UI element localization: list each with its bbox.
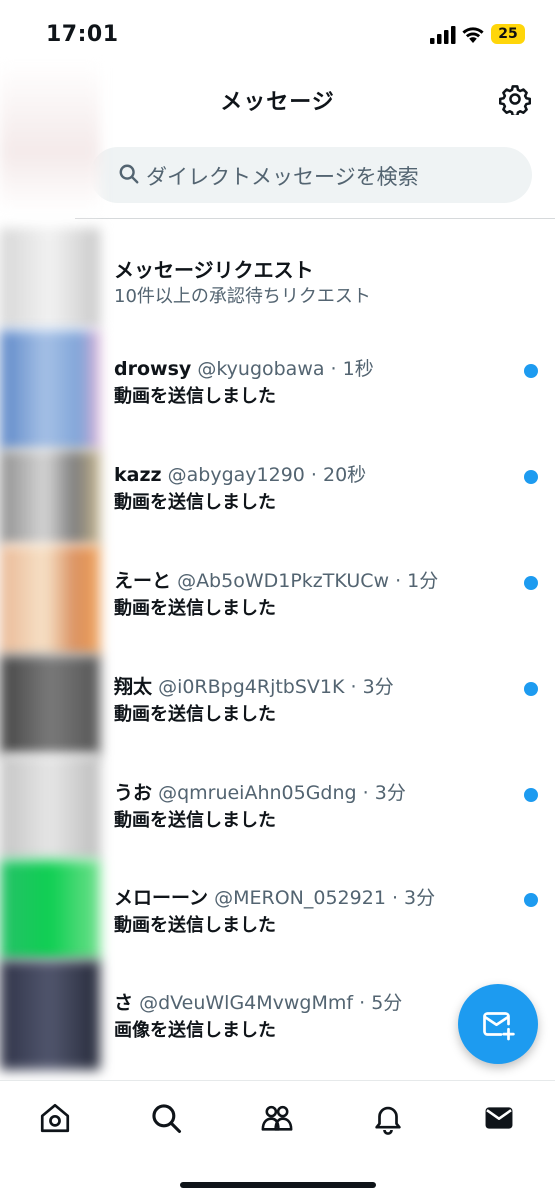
user-handle: @MERON_052921 [214, 887, 386, 909]
separator: · [344, 676, 363, 698]
message-preview: 画像を送信しました [114, 1020, 276, 1041]
separator: · [389, 570, 408, 592]
conversation-header: えーと @Ab5oWD1PkzTKUCw · 1分 [114, 566, 438, 593]
status-time: 17:01 [46, 22, 119, 47]
separator: · [353, 992, 372, 1014]
separator: · [324, 358, 343, 380]
user-handle: @Ab5oWD1PkzTKUCw [177, 570, 390, 592]
separator: · [304, 464, 323, 486]
separator: · [356, 782, 375, 804]
search-input[interactable]: ダイレクトメッセージを検索 [90, 147, 532, 203]
timestamp: 5分 [371, 992, 403, 1014]
message-preview: 動画を送信しました [114, 492, 276, 513]
signal-icon [430, 26, 456, 44]
timestamp: 1分 [407, 570, 439, 592]
conversation-header: 翔太 @i0RBpg4RjtbSV1K · 3分 [114, 672, 394, 699]
user-handle: @kyugobawa [197, 358, 325, 380]
messages-icon[interactable] [482, 1101, 516, 1135]
conversation-row[interactable]: メローーン @MERON_052921 · 3分 動画を送信しました [0, 883, 555, 989]
conversation-header: メローーン @MERON_052921 · 3分 [114, 883, 435, 910]
conversation-header: drowsy @kyugobawa · 1秒 [114, 354, 374, 381]
timestamp: 20秒 [323, 464, 367, 486]
message-requests-title: メッセージリクエスト [114, 258, 314, 282]
user-handle: @dVeuWlG4MvwgMmf [139, 992, 354, 1014]
display-name: さ [114, 992, 134, 1014]
user-handle: @qmrueiAhn05Gdng [158, 782, 357, 804]
separator: · [385, 887, 405, 909]
message-preview: 動画を送信しました [114, 386, 276, 407]
search-icon [119, 164, 139, 184]
divider [75, 218, 555, 219]
unread-dot [524, 364, 538, 378]
message-preview: 動画を送信しました [114, 810, 276, 831]
home-indicator [180, 1182, 376, 1188]
display-name: メローーン [114, 887, 209, 909]
user-handle: @i0RBpg4RjtbSV1K [158, 676, 345, 698]
search-placeholder: ダイレクトメッセージを検索 [146, 165, 419, 189]
communities-icon[interactable] [260, 1101, 294, 1135]
notifications-icon[interactable] [371, 1101, 405, 1135]
message-preview: 動画を送信しました [114, 704, 276, 725]
display-name: kazz [114, 464, 162, 486]
message-preview: 動画を送信しました [114, 598, 276, 619]
battery-indicator: 25 [491, 24, 525, 44]
display-name: 翔太 [114, 676, 153, 698]
unread-dot [524, 470, 538, 484]
unread-dot [524, 682, 538, 696]
new-message-icon [483, 1012, 515, 1041]
search-nav-icon[interactable] [149, 1101, 183, 1135]
display-name: えーと [114, 570, 172, 592]
conversation-header: うお @qmrueiAhn05Gdng · 3分 [114, 778, 406, 805]
gear-icon[interactable] [499, 83, 531, 115]
conversation-row[interactable]: drowsy @kyugobawa · 1秒 動画を送信しました [0, 354, 555, 460]
unread-dot [524, 893, 538, 907]
new-message-button[interactable] [458, 984, 538, 1064]
conversation-row[interactable]: うお @qmrueiAhn05Gdng · 3分 動画を送信しました [0, 778, 555, 884]
unread-dot [524, 788, 538, 802]
conversation-row[interactable]: kazz @abygay1290 · 20秒 動画を送信しました [0, 460, 555, 566]
timestamp: 1秒 [342, 358, 374, 380]
timestamp: 3分 [404, 887, 436, 909]
status-bar: 17:01 25 [0, 0, 555, 70]
timestamp: 3分 [374, 782, 406, 804]
display-name: drowsy [114, 358, 192, 380]
user-handle: @abygay1290 [167, 464, 305, 486]
message-preview: 動画を送信しました [114, 915, 276, 936]
conversation-header: さ @dVeuWlG4MvwgMmf · 5分 [114, 988, 402, 1015]
conversation-header: kazz @abygay1290 · 20秒 [114, 460, 366, 487]
conversation-row[interactable]: 翔太 @i0RBpg4RjtbSV1K · 3分 動画を送信しました [0, 672, 555, 778]
conversation-row[interactable]: えーと @Ab5oWD1PkzTKUCw · 1分 動画を送信しました [0, 566, 555, 672]
unread-dot [524, 576, 538, 590]
home-icon[interactable] [38, 1101, 72, 1135]
display-name: うお [114, 782, 153, 804]
wifi-icon [462, 27, 484, 43]
timestamp: 3分 [362, 676, 394, 698]
message-requests-subtitle: 10件以上の承認待ちリクエスト [114, 286, 371, 307]
